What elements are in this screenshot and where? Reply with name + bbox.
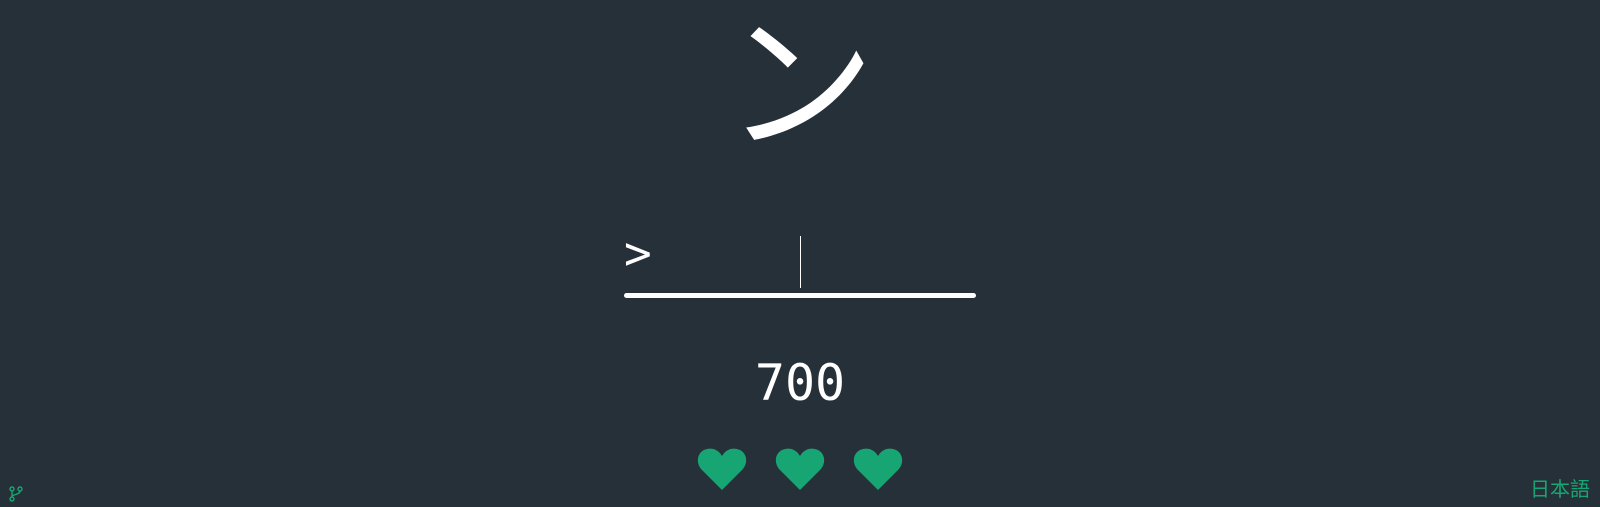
lives-indicator: [0, 446, 1600, 494]
heart-icon: [697, 448, 747, 490]
prompt-symbol: >: [624, 226, 652, 280]
kana-character: ン: [724, 0, 875, 173]
answer-area: >: [624, 228, 976, 298]
score-display: 700: [754, 354, 846, 412]
answer-underline: [624, 293, 976, 298]
language-toggle-link[interactable]: 日本語: [1530, 477, 1590, 501]
text-caret: [800, 236, 801, 288]
heart-icon: [775, 448, 825, 490]
answer-input[interactable]: [664, 236, 972, 282]
heart-icon: [853, 448, 903, 490]
git-branch-icon[interactable]: [9, 486, 23, 502]
